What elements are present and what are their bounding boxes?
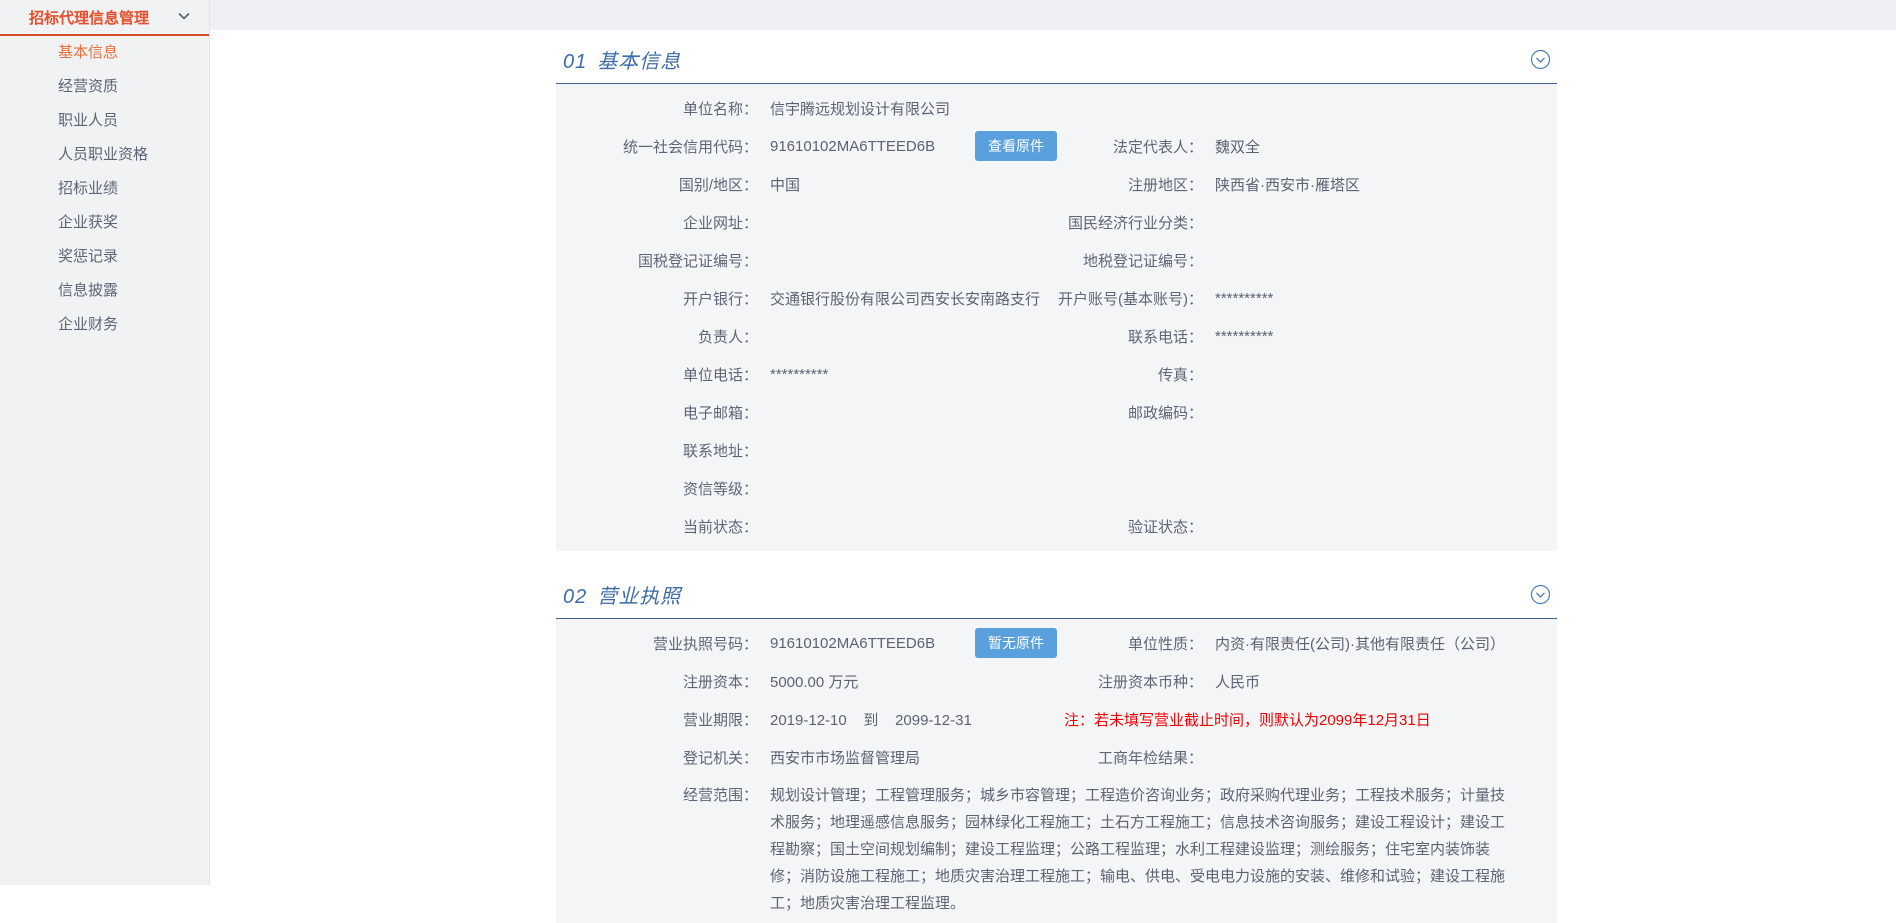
registered-capital-value: 5000.00 万元 (770, 673, 859, 691)
view-original-button[interactable]: 查看原件 (975, 131, 1057, 161)
section-number: 01 (563, 51, 588, 73)
license-number-value: 91610102MA6TTEED6B (770, 634, 936, 652)
bank-account-value: ********** (1215, 289, 1274, 307)
sidebar-item-reward-punishment-records[interactable]: 奖惩记录 (0, 240, 209, 274)
form-row: 当前状态： 验证状态： (556, 507, 1557, 545)
section-basic-info-header: 01 基本信息 (556, 45, 1557, 84)
sidebar-item-professional-staff[interactable]: 职业人员 (0, 104, 209, 138)
form-row: 登记机关： 西安市市场监督管理局 工商年检结果： (556, 738, 1557, 776)
capital-currency-label: 注册资本币种： (1097, 673, 1203, 691)
postal-code-label: 邮政编码： (1127, 404, 1203, 422)
sidebar-menu-header[interactable]: 招标代理信息管理 (0, 0, 209, 36)
section-title-text: 基本信息 (597, 51, 682, 73)
unit-phone-label: 单位电话： (682, 366, 758, 384)
contact-phone-label: 联系电话： (1127, 328, 1203, 346)
verification-status-label: 验证状态： (1127, 518, 1203, 536)
annual-inspection-label: 工商年检结果： (1097, 749, 1203, 767)
form-row: 统一社会信用代码： 91610102MA6TTEED6B 查看原件 法定代表人：… (556, 127, 1557, 165)
form-row: 经营范围： 规划设计管理；工程管理服务；城乡市容管理；工程造价咨询业务；政府采购… (556, 776, 1557, 917)
form-row: 单位电话： ********** 传真： (556, 355, 1557, 393)
credit-code-label: 统一社会信用代码： (622, 138, 758, 156)
form-row: 联系地址： (556, 431, 1557, 469)
legal-representative-label: 法定代表人： (1112, 138, 1203, 156)
form-row: 国别/地区： 中国 注册地区： 陕西省·西安市·雁塔区 (556, 165, 1557, 203)
chevron-down-icon[interactable] (177, 8, 191, 26)
unit-nature-label: 单位性质： (1127, 635, 1203, 653)
legal-representative-value: 魏双全 (1215, 138, 1261, 156)
contact-address-label: 联系地址： (682, 442, 758, 460)
fax-label: 传真： (1157, 366, 1203, 384)
form-row: 电子邮箱： 邮政编码： (556, 393, 1557, 431)
section-number: 02 (563, 586, 588, 608)
email-label: 电子邮箱： (682, 404, 758, 422)
section-collapse-button[interactable] (1529, 49, 1551, 71)
registered-region-label: 注册地区： (1127, 176, 1203, 194)
contact-phone-value: ********** (1215, 327, 1274, 345)
sidebar-item-basic-info[interactable]: 基本信息 (0, 36, 209, 70)
unit-name-label: 单位名称： (682, 100, 758, 118)
sidebar-item-enterprise-awards[interactable]: 企业获奖 (0, 206, 209, 240)
business-term-value: 2019-12-10 到 2099-12-31 (770, 711, 972, 729)
form-row: 国税登记证编号： 地税登记证编号： (556, 241, 1557, 279)
form-row: 开户银行： 交通银行股份有限公司西安长安南路支行 开户账号(基本账号)： ***… (556, 279, 1557, 317)
chevron-down-circle-icon (1530, 49, 1550, 70)
business-scope-value: 规划设计管理；工程管理服务；城乡市容管理；工程造价咨询业务；政府采购代理业务；工… (770, 787, 1506, 912)
person-in-charge-label: 负责人： (697, 328, 758, 346)
sidebar: 招标代理信息管理 基本信息 经营资质 职业人员 人员职业资格 招标业绩 企业获奖… (0, 0, 210, 885)
country-region-value: 中国 (770, 176, 801, 194)
form-row: 企业网址： 国民经济行业分类： (556, 203, 1557, 241)
bank-value: 交通银行股份有限公司西安长安南路支行 (770, 290, 1041, 308)
section-collapse-button[interactable] (1529, 584, 1551, 606)
sidebar-menu-title: 招标代理信息管理 (29, 9, 150, 27)
chevron-down-circle-icon (1530, 584, 1550, 605)
capital-currency-value: 人民币 (1215, 673, 1261, 691)
bank-account-label: 开户账号(基本账号)： (1058, 290, 1203, 308)
top-bar (0, 0, 1896, 30)
registration-authority-value: 西安市市场监督管理局 (770, 749, 921, 767)
business-term-label: 营业期限： (682, 711, 758, 729)
form-row: 单位名称： 信宇腾远规划设计有限公司 (556, 89, 1557, 127)
section-title: 01 基本信息 (563, 45, 681, 74)
sidebar-item-information-disclosure[interactable]: 信息披露 (0, 274, 209, 308)
section-business-license-header: 02 营业执照 (556, 580, 1557, 619)
section-title: 02 营业执照 (563, 580, 681, 609)
website-label: 企业网址： (682, 214, 758, 232)
business-license-panel: 营业执照号码： 91610102MA6TTEED6B 暂无原件 单位性质： 内资… (556, 619, 1557, 923)
unit-name-value: 信宇腾远规划设计有限公司 (770, 100, 951, 118)
form-content: 01 基本信息 单位名称： 信宇腾远规划设计有限公司 统一社会信用代码： 9161… (556, 45, 1557, 923)
basic-info-panel: 单位名称： 信宇腾远规划设计有限公司 统一社会信用代码： 91610102MA6… (556, 84, 1557, 551)
local-tax-cert-label: 地税登记证编号： (1082, 252, 1203, 270)
sidebar-item-staff-qualification[interactable]: 人员职业资格 (0, 138, 209, 172)
business-scope-label: 经营范围： (682, 787, 758, 804)
registered-capital-label: 注册资本： (682, 673, 758, 691)
country-region-label: 国别/地区： (678, 176, 758, 194)
current-status-label: 当前状态： (682, 518, 758, 536)
unit-nature-value: 内资·有限责任(公司)·其他有限责任（公司） (1215, 635, 1505, 653)
bank-label: 开户银行： (682, 290, 758, 308)
credit-rating-label: 资信等级： (682, 480, 758, 498)
sidebar-item-enterprise-finance[interactable]: 企业财务 (0, 308, 209, 342)
industry-classification-label: 国民经济行业分类： (1067, 214, 1203, 232)
credit-code-value: 91610102MA6TTEED6B (770, 137, 936, 155)
sidebar-item-business-qualification[interactable]: 经营资质 (0, 70, 209, 104)
business-term-note: 注：若未填写营业截止时间，则默认为2099年12月31日 (1064, 711, 1431, 729)
no-original-button[interactable]: 暂无原件 (975, 628, 1057, 658)
form-row: 负责人： 联系电话： ********** (556, 317, 1557, 355)
form-row: 资信等级： (556, 469, 1557, 507)
section-title-text: 营业执照 (597, 586, 682, 608)
form-row: 营业期限： 2019-12-10 到 2099-12-31 注：若未填写营业截止… (556, 700, 1557, 738)
national-tax-cert-label: 国税登记证编号： (637, 252, 758, 270)
unit-phone-value: ********** (770, 365, 829, 383)
registration-authority-label: 登记机关： (682, 749, 758, 767)
form-row: 注册资本： 5000.00 万元 注册资本币种： 人民币 (556, 662, 1557, 700)
main-content: 01 基本信息 单位名称： 信宇腾远规划设计有限公司 统一社会信用代码： 9161… (210, 30, 1896, 923)
form-row: 营业执照号码： 91610102MA6TTEED6B 暂无原件 单位性质： 内资… (556, 624, 1557, 662)
license-number-label: 营业执照号码： (652, 635, 758, 653)
registered-region-value: 陕西省·西安市·雁塔区 (1215, 176, 1360, 194)
sidebar-item-bidding-performance[interactable]: 招标业绩 (0, 172, 209, 206)
